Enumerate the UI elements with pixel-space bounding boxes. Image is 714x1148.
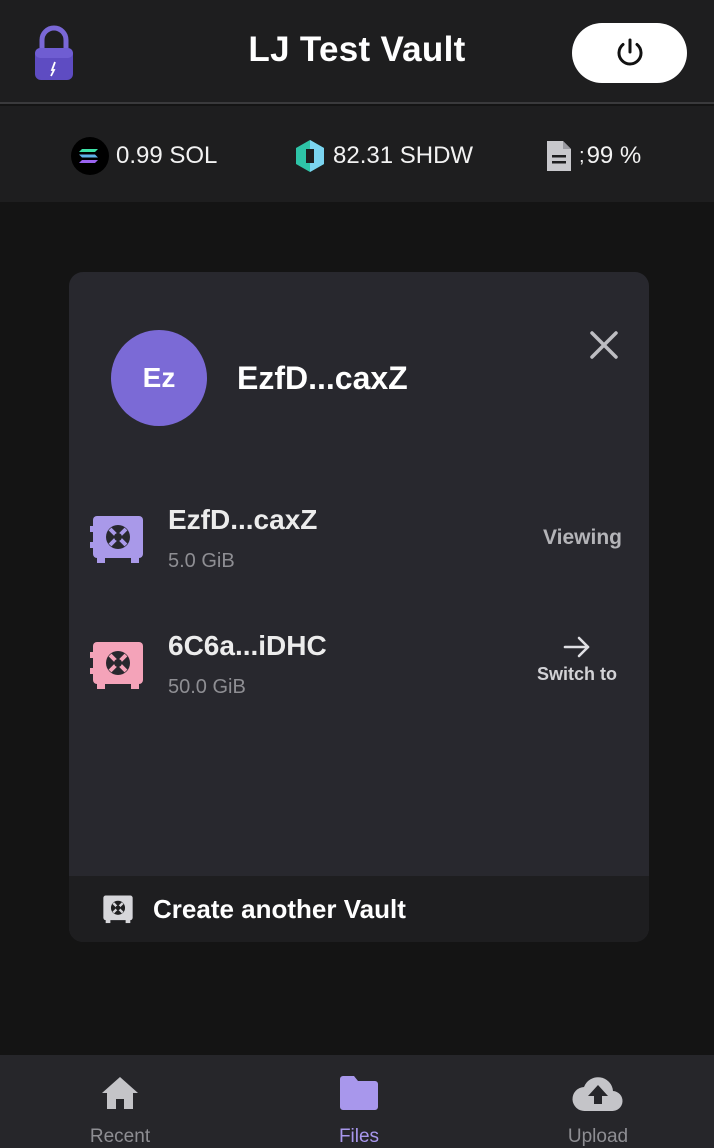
vault-size: 50.0 GiB	[168, 676, 246, 698]
nav-recent[interactable]: Recent	[40, 1055, 200, 1148]
shdw-token-icon	[293, 138, 327, 174]
nav-files[interactable]: Files	[279, 1055, 439, 1148]
close-icon[interactable]	[587, 328, 621, 362]
vault-size: 5.0 GiB	[168, 550, 235, 572]
arrow-right-icon	[563, 636, 590, 658]
switch-to-label: Switch to	[537, 664, 617, 684]
home-icon	[102, 1076, 138, 1109]
shdw-balance: 82.31 SHDW	[293, 136, 473, 176]
header: LJ Test Vault	[0, 0, 714, 104]
create-vault-label: Create another Vault	[153, 893, 406, 924]
solana-icon	[70, 136, 110, 176]
viewing-status: Viewing	[543, 526, 622, 549]
power-icon	[617, 38, 642, 66]
vault-row-current[interactable]: EzfD...caxZ 5.0 GiB Viewing	[69, 500, 649, 590]
folder-icon	[340, 1075, 378, 1110]
app-root: LJ Test Vault 0.99 SOL 82.31 SHDW ; 99 %…	[0, 0, 714, 1148]
vault-safe-icon	[103, 895, 133, 924]
sol-balance: 0.99 SOL	[70, 136, 217, 176]
nav-upload[interactable]: Upload	[518, 1055, 678, 1148]
storage-prefix: ;	[579, 144, 585, 167]
nav-upload-label: Upload	[567, 1126, 629, 1147]
avatar: Ez	[111, 330, 207, 426]
sol-balance-text: 0.99 SOL	[116, 142, 218, 169]
nav-recent-label: Recent	[89, 1126, 151, 1147]
vault-name: EzfD...caxZ	[168, 504, 318, 535]
account-name: EzfD...caxZ	[237, 360, 408, 396]
vault-safe-icon	[90, 642, 143, 689]
storage-usage-text: 99 %	[586, 142, 642, 169]
vault-row-other[interactable]: 6C6a...iDHC 50.0 GiB Switch to	[69, 626, 649, 716]
power-button[interactable]	[572, 23, 687, 83]
vault-name: 6C6a...iDHC	[168, 630, 327, 661]
shdw-balance-text: 82.31 SHDW	[333, 142, 474, 169]
create-vault-button[interactable]: Create another Vault	[69, 876, 649, 942]
vault-safe-icon	[90, 516, 143, 563]
balance-bar: 0.99 SOL 82.31 SHDW ; 99 %	[0, 106, 714, 202]
cloud-upload-icon	[572, 1076, 623, 1111]
vault-switcher-panel: Ez EzfD...caxZ EzfD...caxZ 5.0 GiB Viewi…	[69, 272, 649, 942]
storage-usage: ; 99 %	[545, 136, 641, 176]
switch-to-button[interactable]: Switch to	[532, 634, 622, 698]
document-icon	[545, 139, 573, 173]
nav-files-label: Files	[338, 1126, 380, 1147]
bottom-nav: Recent Files Upload	[0, 1055, 714, 1148]
